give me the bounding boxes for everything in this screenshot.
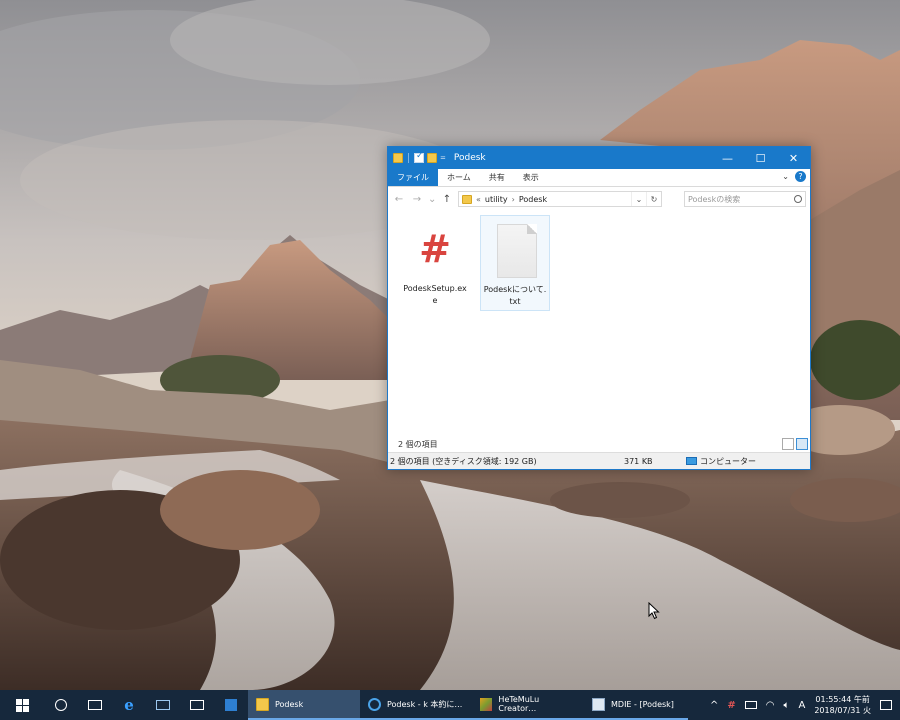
forward-button[interactable]: →: [410, 194, 424, 205]
mouse-cursor-icon: [648, 602, 660, 620]
ime-indicator[interactable]: A: [799, 700, 806, 711]
location-label: コンピューター: [700, 456, 756, 466]
details-view-icon[interactable]: [782, 438, 794, 450]
file-item-podesk-readme[interactable]: Podeskについて.txt: [480, 215, 550, 311]
window-title: Podesk: [453, 153, 486, 163]
details-size: 371 KB: [624, 456, 653, 466]
back-button[interactable]: ←: [392, 194, 406, 205]
search-icon: [794, 195, 802, 203]
refresh-button[interactable]: ↻: [646, 192, 661, 206]
task-hetemulu[interactable]: HeTeMuLu Creator…: [472, 690, 584, 720]
recent-locations-button[interactable]: ⌄: [428, 194, 436, 205]
task-view-icon: [88, 700, 102, 710]
explorer-window[interactable]: = Podesk — ☐ ✕ ファイル ホーム 共有 表示 ⌄ ? ← → ⌄ …: [387, 146, 811, 470]
clock-date: 2018/07/31 火: [814, 706, 871, 715]
task-label: MDIE - [Podesk]: [611, 699, 674, 709]
help-icon[interactable]: ?: [795, 171, 806, 182]
tab-file[interactable]: ファイル: [388, 169, 438, 186]
hetemulu-icon: [480, 697, 493, 711]
minimize-button[interactable]: —: [711, 147, 744, 169]
folder-icon: [393, 153, 403, 163]
search-icon: [55, 699, 67, 711]
start-button[interactable]: [0, 690, 44, 720]
address-bar-buttons: ⌄ ↻: [631, 192, 661, 206]
mail-icon: [190, 700, 204, 710]
properties-icon[interactable]: [414, 151, 424, 163]
mdie-icon: [592, 697, 605, 711]
maximize-button[interactable]: ☐: [744, 147, 777, 169]
wifi-icon[interactable]: ◠: [766, 700, 775, 711]
tab-share[interactable]: 共有: [480, 169, 514, 186]
chevron-right-icon[interactable]: ›: [512, 195, 515, 204]
up-button[interactable]: ↑: [440, 194, 454, 205]
window-app-icon: [156, 700, 170, 710]
task-podesk-explorer[interactable]: Podesk: [248, 690, 360, 720]
task-label: HeTeMuLu Creator…: [498, 695, 540, 713]
folder-icon: [256, 697, 269, 711]
show-hidden-icons-button[interactable]: ^: [710, 700, 718, 711]
clock[interactable]: 01:55:44 午前 2018/07/31 火: [814, 694, 871, 716]
taskbar: e Podesk Podesk - k 本約に… HeTeMuLu Creato…: [0, 690, 900, 720]
quick-access-toolbar: =: [393, 151, 446, 163]
file-name: PodeskSetup.exe: [403, 284, 467, 305]
edge-icon: e: [124, 696, 134, 714]
text-document-icon: [497, 224, 537, 278]
details-summary: 2 個の項目 (空きディスク領域: 192 GB): [390, 456, 537, 466]
ribbon-right-controls: ⌄ ?: [782, 171, 806, 182]
address-dropdown-button[interactable]: ⌄: [631, 192, 646, 206]
details-bar: 2 個の項目 (空きディスク領域: 192 GB) 371 KB コンピューター: [388, 452, 810, 469]
details-location: コンピューター: [686, 456, 756, 467]
toolbar-separator: [408, 153, 409, 163]
status-bar: 2 個の項目: [388, 435, 810, 453]
store-button[interactable]: [214, 690, 248, 720]
chevron-down-icon[interactable]: ⌄: [782, 172, 789, 181]
view-toggle: [782, 438, 808, 450]
close-button[interactable]: ✕: [777, 147, 810, 169]
hash-icon[interactable]: #: [727, 700, 735, 711]
address-bar[interactable]: « utility › Podesk ⌄ ↻: [458, 191, 662, 207]
breadcrumb-utility[interactable]: utility: [485, 195, 508, 204]
task-label: Podesk: [275, 699, 304, 709]
task-podesk-app[interactable]: Podesk - k 本約に…: [360, 690, 472, 720]
volume-icon[interactable]: 🔈︎: [784, 700, 790, 711]
notification-icon[interactable]: [880, 700, 892, 710]
search-box[interactable]: Podeskの検索: [684, 191, 806, 207]
clock-time: 01:55:44 午前: [815, 695, 870, 704]
search-button[interactable]: [44, 690, 78, 720]
customize-toolbar-dropdown[interactable]: =: [440, 154, 446, 162]
podesk-app-icon: [368, 697, 381, 711]
file-name: Podeskについて.txt: [483, 285, 547, 306]
navigation-bar: ← → ⌄ ↑ « utility › Podesk ⌄ ↻ Podeskの検索: [388, 187, 810, 211]
windows-logo-icon: [15, 698, 29, 712]
new-folder-icon[interactable]: [427, 153, 437, 163]
address-overflow[interactable]: «: [476, 195, 481, 204]
item-count: 2 個の項目: [398, 439, 438, 449]
hash-icon: #: [419, 227, 451, 271]
edge-button[interactable]: e: [112, 690, 146, 720]
store-icon: [225, 699, 237, 711]
ribbon-tabs: ファイル ホーム 共有 表示 ⌄ ?: [388, 169, 810, 187]
tab-home[interactable]: ホーム: [438, 169, 480, 186]
file-item-podesksetup[interactable]: # PodeskSetup.exe: [400, 215, 470, 311]
mail-button[interactable]: [180, 690, 214, 720]
computer-icon: [686, 457, 697, 465]
file-list-area[interactable]: # PodeskSetup.exe Podeskについて.txt: [388, 211, 810, 430]
title-bar[interactable]: = Podesk — ☐ ✕: [388, 147, 810, 169]
battery-icon[interactable]: [744, 701, 757, 709]
large-icons-view-icon[interactable]: [796, 438, 808, 450]
search-placeholder: Podeskの検索: [688, 194, 741, 204]
tab-view[interactable]: 表示: [514, 169, 548, 186]
task-view-button[interactable]: [78, 690, 112, 720]
window-controls: — ☐ ✕: [711, 147, 810, 169]
task-mdie[interactable]: MDIE - [Podesk]: [584, 690, 688, 720]
task-label: Podesk - k 本約に…: [387, 699, 463, 709]
breadcrumb-podesk[interactable]: Podesk: [519, 195, 547, 204]
folder-icon: [462, 194, 472, 204]
system-tray: ^ # ◠ 🔈︎ A 01:55:44 午前 2018/07/31 火: [710, 694, 900, 716]
app-button[interactable]: [146, 690, 180, 720]
